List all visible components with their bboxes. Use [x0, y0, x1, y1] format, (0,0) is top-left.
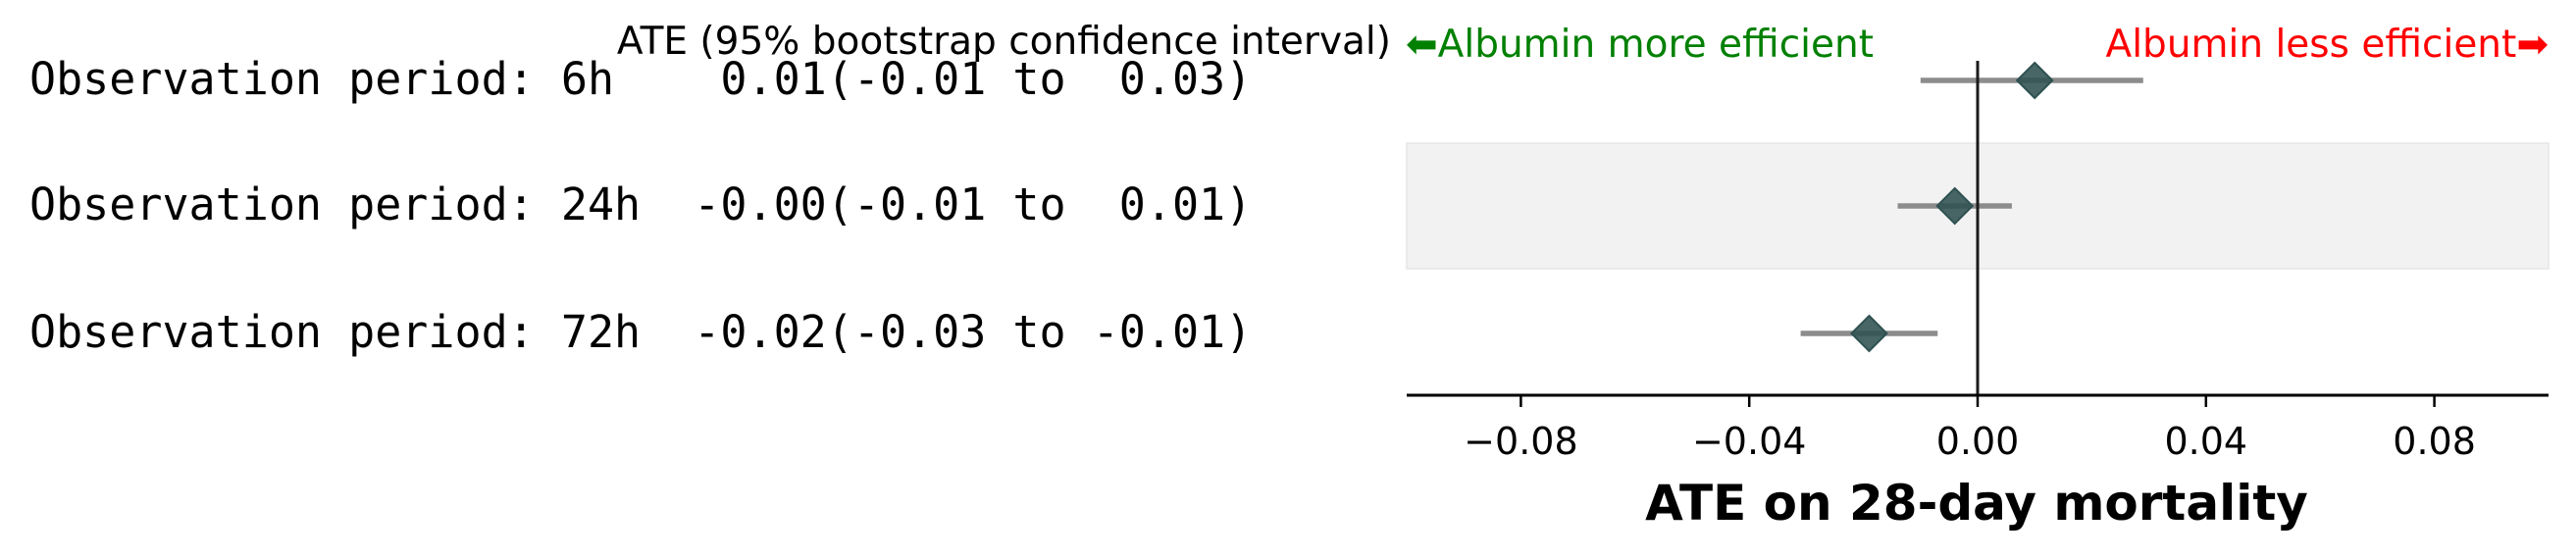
row-label: Observation period: 72h -0.02(-0.03 to -…	[29, 306, 1252, 358]
x-tick-label: 0.00	[1936, 420, 2020, 463]
x-tick-label: 0.04	[2164, 420, 2247, 463]
forest-plot: Observation period: 6h 0.01(-0.01 to 0.0…	[29, 20, 2550, 532]
ci-column-header: ATE (95% bootstrap confidence interval)	[617, 20, 1391, 64]
x-axis-ticks: −0.08 −0.04 0.00 0.04 0.08	[1464, 395, 2476, 463]
left-direction-annotation: ⬅Albumin more efficient	[1406, 23, 1874, 67]
x-tick-label: 0.08	[2393, 420, 2476, 463]
estimate-marker	[1850, 314, 1888, 353]
row-label: Observation period: 24h -0.00(-0.01 to 0…	[29, 178, 1252, 230]
estimate-marker	[2015, 61, 2054, 100]
x-tick-label: −0.04	[1692, 420, 1806, 463]
row-label-layer: Observation period: 6h 0.01(-0.01 to 0.0…	[29, 53, 1252, 358]
x-tick-label: −0.08	[1464, 420, 1577, 463]
x-axis-title: ATE on 28-day mortality	[1645, 475, 2308, 532]
right-direction-annotation: Albumin less efficient➡	[2106, 23, 2549, 67]
